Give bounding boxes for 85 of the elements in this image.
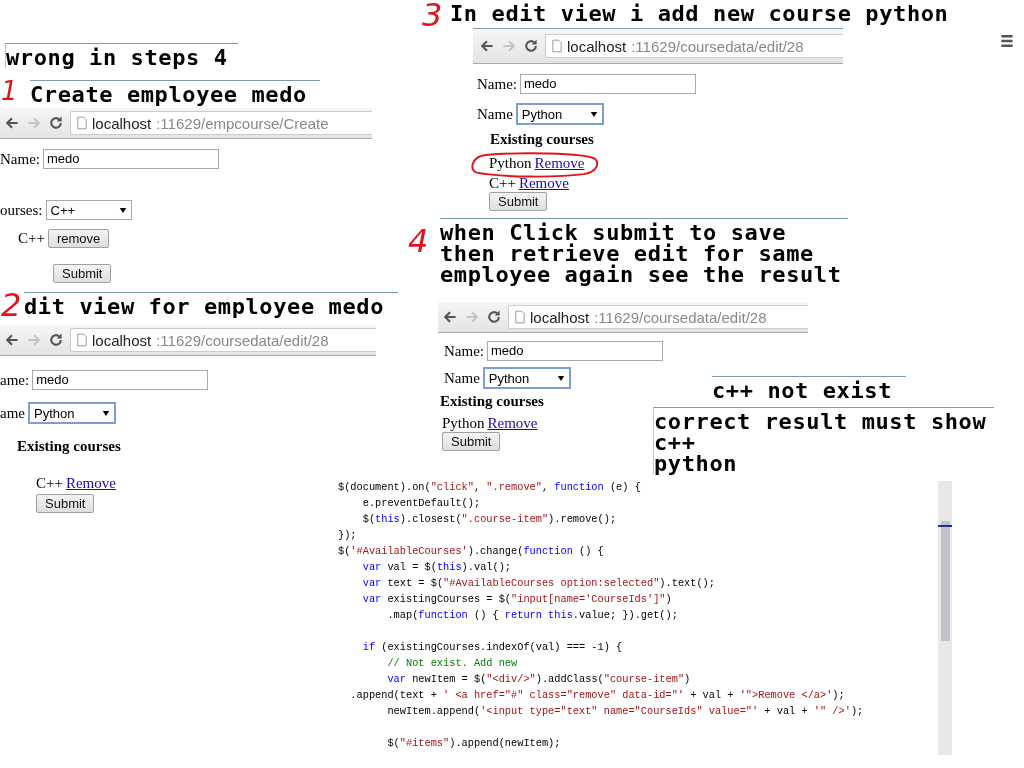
submit-button[interactable]: Submit: [53, 264, 112, 283]
code-line: var existingCourses = $("input[name='CourseIds']"): [361, 592, 673, 607]
annotation-text: In edit view i add new course python: [450, 3, 949, 24]
code-line: $(document).on("click", ".remove", function (e) {: [338, 480, 642, 495]
course-name: Python: [442, 415, 485, 432]
annotation-text: c++: [654, 432, 697, 453]
annotation-text: employee again see the result: [440, 264, 843, 285]
page-icon: [515, 310, 525, 324]
submit-button[interactable]: Submit: [489, 192, 548, 211]
caret-icon: [589, 110, 598, 118]
code-line: .append(text + ' <a href="#" class="remove" data-id="' + val + '">Remove </a>');: [349, 688, 846, 703]
annotation-text: python: [654, 453, 739, 474]
step-number: 1: [1, 78, 18, 104]
menu-icon[interactable]: [999, 33, 1015, 49]
code-line: var val = $(this).val();: [361, 560, 513, 575]
code-line: $("#items").append(newItem);: [386, 736, 562, 751]
name-field[interactable]: medo: [43, 149, 219, 169]
code-line: e.preventDefault();: [361, 496, 482, 511]
reload-icon[interactable]: [48, 115, 64, 131]
code-line: $(this).closest(".course-item").remove();: [361, 512, 618, 527]
code-line: .map(function () { return this.value; }).get();: [386, 608, 679, 623]
annotation-text: when Click submit to save: [440, 222, 788, 243]
name-field[interactable]: medo: [487, 341, 663, 361]
address-field[interactable]: localhost :11629/empcourse/Create: [70, 111, 372, 135]
page-icon: [77, 333, 87, 347]
caret-icon: [102, 409, 110, 417]
remove-link[interactable]: Remove: [518, 175, 569, 192]
section-heading: Existing courses: [490, 131, 594, 148]
step-number: 2: [1, 290, 22, 320]
address-field[interactable]: localhost :11629/coursedata/edit/28: [508, 305, 808, 329]
annotation-text: wrong in steps 4: [6, 47, 229, 68]
field-label: Name: [444, 369, 480, 387]
back-icon[interactable]: [4, 332, 20, 348]
course-dropdown[interactable]: Python: [28, 402, 116, 424]
course-name: C++: [36, 475, 63, 492]
course-name: C++: [18, 230, 45, 247]
submit-button[interactable]: Submit: [36, 494, 95, 513]
page-icon: [552, 39, 562, 53]
section-heading: Existing courses: [440, 393, 544, 410]
remove-link[interactable]: Remove: [534, 155, 585, 172]
step-number: 3: [422, 0, 443, 30]
back-icon[interactable]: [479, 38, 495, 54]
annotation-text: then retrieve edit for same: [440, 243, 815, 264]
code-line: $('#AvailableCourses').change(function () {: [338, 544, 605, 559]
course-dropdown[interactable]: C++: [45, 200, 132, 220]
back-icon[interactable]: [4, 115, 20, 131]
annotation-text: Create employee medo: [30, 84, 308, 105]
remove-button[interactable]: remove: [47, 229, 110, 248]
annotation-text: c++ not exist: [712, 380, 893, 401]
course-dropdown[interactable]: Python: [515, 103, 604, 125]
reload-icon[interactable]: [48, 332, 64, 348]
code-line: var newItem = $("<div/>").addClass("course-item"): [386, 672, 692, 687]
page-icon: [77, 116, 87, 130]
address-field[interactable]: localhost :11629/coursedata/edit/28: [545, 34, 843, 58]
code-line: if (existingCourses.indexOf(val) === -1) {: [361, 640, 624, 655]
reload-icon[interactable]: [523, 38, 539, 54]
field-label: ame: [0, 404, 25, 422]
name-field[interactable]: medo: [32, 370, 209, 390]
course-name: C++: [489, 175, 516, 192]
field-label: ourses:: [0, 201, 43, 219]
code-line: // Not exist. Add new: [386, 656, 519, 671]
field-label: ame:: [0, 371, 30, 389]
field-label: Name:: [444, 342, 484, 360]
code-line: var text = $("#AvailableCourses option:selected").text();: [361, 576, 716, 591]
field-label: Name:: [477, 75, 517, 93]
course-name: Python: [489, 155, 532, 172]
name-field[interactable]: medo: [520, 74, 696, 94]
remove-link[interactable]: Remove: [487, 415, 538, 432]
course-dropdown[interactable]: Python: [482, 367, 571, 389]
scrollbar[interactable]: [938, 481, 952, 755]
address-field[interactable]: localhost :11629/coursedata/edit/28: [70, 328, 376, 352]
submit-button[interactable]: Submit: [442, 432, 501, 451]
section-heading: Existing courses: [17, 438, 121, 455]
field-label: Name:: [0, 150, 40, 168]
code-line: });: [338, 528, 358, 543]
annotation-text: correct result must show: [654, 411, 988, 432]
step-number: 4: [408, 226, 429, 256]
remove-link[interactable]: Remove: [65, 475, 116, 492]
caret-icon: [556, 374, 565, 382]
back-icon[interactable]: [442, 309, 458, 325]
reload-icon[interactable]: [486, 309, 502, 325]
field-label: Name: [477, 105, 513, 123]
code-line: newItem.append('<input type="text" name="CourseIds" value="' + val + '" />');: [386, 704, 865, 719]
caret-icon: [118, 206, 127, 214]
annotation-text: dit view for employee medo: [24, 296, 385, 317]
